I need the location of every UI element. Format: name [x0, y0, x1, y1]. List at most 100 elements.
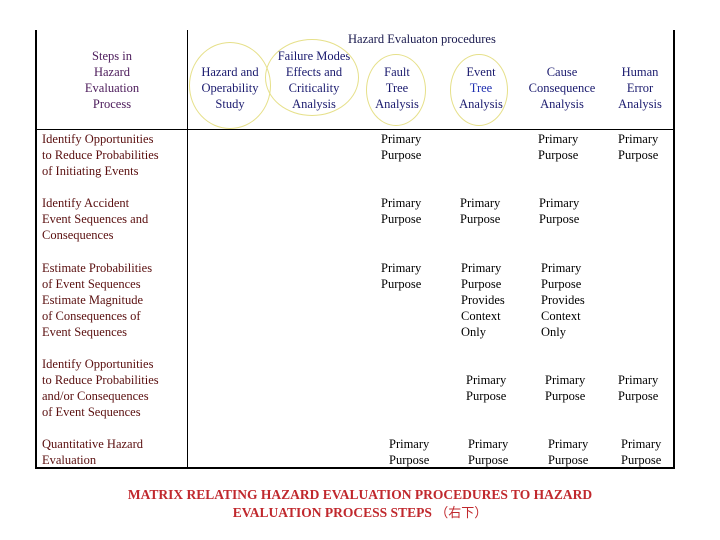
- cell-line: Primary: [621, 437, 662, 451]
- step-label-row-3: Estimate Probabilities of Event Sequence…: [42, 260, 152, 340]
- step-line: Estimate Probabilities: [42, 261, 153, 275]
- cell-row5-cca: Primary Purpose: [548, 436, 588, 468]
- cell-line: Purpose: [389, 453, 430, 467]
- highlight-circle-fmeca: [265, 39, 359, 116]
- step-line: Event Sequences and: [42, 212, 149, 226]
- header-divider: [35, 129, 675, 130]
- cell-row1-fta: Primary Purpose: [381, 131, 421, 163]
- cell-line: Purpose: [621, 453, 662, 467]
- cell-row2-fta: Primary Purpose: [381, 195, 421, 227]
- cell-line: Purpose: [618, 148, 659, 162]
- header-line: Cause: [546, 65, 578, 79]
- header-line: Analysis: [540, 97, 584, 111]
- cell-line: Purpose: [538, 148, 579, 162]
- cell-line: Purpose: [545, 389, 586, 403]
- slide: Steps in Hazard Evaluation Process Hazar…: [0, 0, 720, 540]
- cell-line: Primary: [466, 373, 507, 387]
- cell-line: Purpose: [539, 212, 580, 226]
- steps-header-line: Process: [92, 97, 132, 111]
- cell-line: Primary: [461, 261, 502, 275]
- cell-line: Only: [541, 325, 566, 339]
- cell-row4-eta: Primary Purpose: [466, 372, 506, 404]
- step-line: and/or Consequences: [42, 389, 149, 403]
- caption-note: （右下）: [435, 506, 488, 521]
- cell-row3-eta: Primary Purpose Provides Context Only: [461, 260, 505, 340]
- cell-line: Purpose: [460, 212, 501, 226]
- cell-line: Purpose: [618, 389, 659, 403]
- caption-line-2-text: EVALUATION PROCESS STEPS: [232, 505, 432, 520]
- cell-line: Purpose: [381, 148, 422, 162]
- header-line: Error: [626, 81, 654, 95]
- cell-row2-cca: Primary Purpose: [539, 195, 579, 227]
- step-label-row-1: Identify Opportunities to Reduce Probabi…: [42, 131, 159, 179]
- step-line: of Initiating Events: [42, 164, 139, 178]
- step-line: to Reduce Probabilities: [42, 373, 159, 387]
- highlight-circle-eta: [450, 54, 508, 126]
- cell-row2-eta: Primary Purpose: [460, 195, 500, 227]
- cell-row1-hea: Primary Purpose: [618, 131, 658, 163]
- step-line: Quantitative Hazard: [42, 437, 143, 451]
- cell-line: Primary: [618, 132, 659, 146]
- cell-line: Context: [461, 309, 501, 323]
- table-border-right: [673, 30, 675, 468]
- cell-line: Provides: [541, 293, 585, 307]
- cell-line: Primary: [618, 373, 659, 387]
- cell-row3-fta: Primary Purpose: [381, 260, 421, 292]
- steps-header: Steps in Hazard Evaluation Process: [70, 48, 154, 112]
- header-line: Consequence: [528, 81, 596, 95]
- caption-line-2: EVALUATION PROCESS STEPS （右下）: [0, 504, 720, 523]
- highlight-circle-hazop: [189, 42, 271, 129]
- highlight-circle-fta: [366, 54, 426, 126]
- cell-line: Primary: [539, 196, 580, 210]
- header-line: Analysis: [618, 97, 662, 111]
- cell-row4-cca: Primary Purpose: [545, 372, 585, 404]
- step-line: of Consequences of: [42, 309, 141, 323]
- step-line: Identify Opportunities: [42, 357, 154, 371]
- cell-line: Primary: [541, 261, 582, 275]
- cell-row5-fta: Primary Purpose: [389, 436, 429, 468]
- cell-line: Purpose: [381, 277, 422, 291]
- cell-row5-eta: Primary Purpose: [468, 436, 508, 468]
- slide-caption: MATRIX RELATING HAZARD EVALUATION PROCED…: [0, 486, 720, 523]
- cell-line: Primary: [468, 437, 509, 451]
- step-line: Identify Accident: [42, 196, 130, 210]
- cell-line: Primary: [381, 261, 422, 275]
- caption-line-1: MATRIX RELATING HAZARD EVALUATION PROCED…: [127, 487, 593, 502]
- cell-row3-cca: Primary Purpose Provides Context Only: [541, 260, 585, 340]
- step-label-row-2: Identify Accident Event Sequences and Co…: [42, 195, 148, 243]
- column-header-cca: Cause Consequence Analysis: [520, 64, 604, 112]
- cell-line: Purpose: [548, 453, 589, 467]
- step-line: to Reduce Probabilities: [42, 148, 159, 162]
- steps-header-line: Hazard: [93, 65, 131, 79]
- cell-line: Primary: [381, 132, 422, 146]
- cell-line: Purpose: [461, 277, 502, 291]
- cell-line: Purpose: [541, 277, 582, 291]
- step-line: Event Sequences: [42, 325, 128, 339]
- cell-line: Primary: [545, 373, 586, 387]
- cell-line: Only: [461, 325, 486, 339]
- cell-line: Provides: [461, 293, 505, 307]
- step-line: Estimate Magnitude: [42, 293, 144, 307]
- procedures-title: Hazard Evaluaton procedures: [348, 32, 496, 46]
- cell-line: Primary: [548, 437, 589, 451]
- step-line: Identify Opportunities: [42, 132, 154, 146]
- steps-header-line: Steps in: [92, 49, 132, 63]
- cell-row5-hea: Primary Purpose: [621, 436, 661, 468]
- cell-line: Primary: [381, 196, 422, 210]
- step-line: Evaluation: [42, 453, 97, 467]
- step-line: Consequences: [42, 228, 114, 242]
- step-label-row-5: Quantitative Hazard Evaluation: [42, 436, 143, 468]
- step-line: of Event Sequences: [42, 405, 141, 419]
- cell-line: Purpose: [381, 212, 422, 226]
- cell-line: Primary: [460, 196, 501, 210]
- step-label-row-4: Identify Opportunities to Reduce Probabi…: [42, 356, 159, 420]
- cell-line: Primary: [538, 132, 579, 146]
- column-header-hea: Human Error Analysis: [607, 64, 673, 112]
- cell-row1-cca: Primary Purpose: [538, 131, 578, 163]
- step-line: of Event Sequences: [42, 277, 141, 291]
- steps-header-line: Evaluation: [84, 81, 140, 95]
- cell-row4-hea: Primary Purpose: [618, 372, 658, 404]
- header-line: Human: [621, 65, 659, 79]
- table-border-left: [35, 30, 37, 468]
- cell-line: Primary: [389, 437, 430, 451]
